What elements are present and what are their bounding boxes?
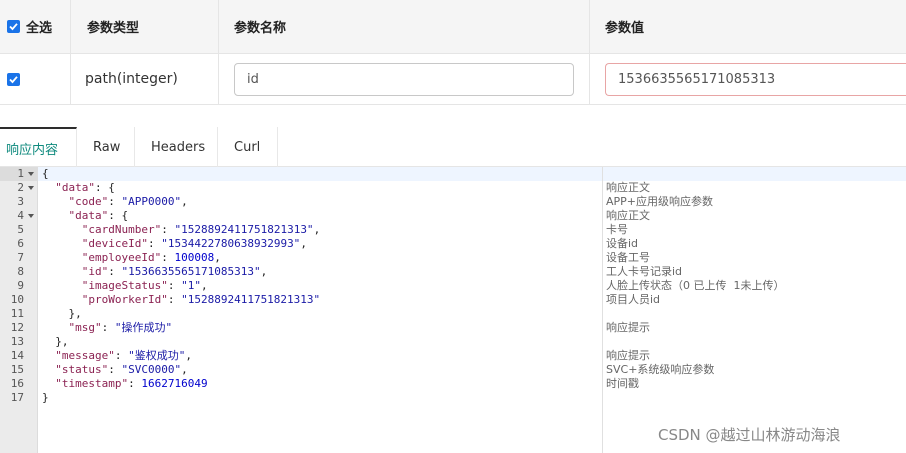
line-number-text: 5 (17, 223, 24, 236)
param-name-cell: id (219, 54, 590, 104)
param-table: 全选 参数类型 参数名称 参数值 path(integer) id 153663… (0, 0, 906, 105)
code-line: "cardNumber": "1528892411751821313", (81, 223, 321, 236)
line-number-gutter: 1 2 3 4 5 6 7 8 9 10 11 12 13 14 15 16 17 (0, 167, 38, 453)
line-number: 14 (0, 349, 38, 363)
line-number-text: 3 (17, 195, 24, 208)
code-line: "data": { (55, 181, 115, 194)
field-comment: 工人卡号记录id (606, 265, 683, 278)
line-number-text: 16 (10, 377, 24, 390)
param-value-input[interactable]: 1536635565171085313 (605, 62, 906, 96)
line-number: 9 (0, 279, 38, 293)
line-number-text: 17 (10, 391, 24, 404)
row-checkbox-cell (0, 54, 71, 104)
field-comment: 响应正文 (606, 209, 650, 222)
param-type: path(integer) (71, 54, 219, 104)
field-comment: 人脸上传状态（0 已上传 1未上传） (606, 279, 785, 292)
watermark: CSDN @越过山林游动海浪 (658, 426, 841, 444)
field-comment: 响应正文 (606, 181, 650, 194)
line-number: 8 (0, 265, 38, 279)
param-name-input[interactable]: id (234, 62, 574, 96)
row-checkbox[interactable] (7, 72, 20, 86)
tab-headers[interactable]: Headers (135, 127, 218, 167)
code-line: "proWorkerId": "1528892411751821313" (81, 293, 321, 306)
header-param-type: 参数类型 (71, 0, 219, 53)
line-number-text: 8 (17, 265, 24, 278)
field-comment: 响应提示 (606, 349, 650, 362)
line-number-text: 11 (10, 307, 24, 320)
code-line: { (42, 167, 49, 180)
code-line: "deviceId": "1534422780638932993", (81, 237, 307, 250)
code-line: "message": "鉴权成功", (55, 349, 192, 362)
line-number-text: 1 (17, 167, 24, 180)
code-line: "data": { (68, 209, 129, 222)
line-number: 4 (0, 209, 38, 223)
code-line: "timestamp": 1662716049 (55, 377, 208, 390)
line-number-text: 10 (10, 293, 24, 306)
line-number: 13 (0, 335, 38, 349)
fold-arrow-icon[interactable] (28, 186, 34, 190)
select-all-label: 全选 (26, 21, 53, 36)
field-comment: 项目人员id (606, 293, 661, 306)
code-line: "status": "SVC0000", (55, 363, 188, 376)
field-comment: 响应提示 (606, 321, 650, 334)
line-number: 12 (0, 321, 38, 335)
header-param-value: 参数值 (605, 21, 645, 36)
line-number: 16 (0, 377, 38, 391)
line-number-text: 4 (17, 209, 24, 222)
field-comment: 卡号 (606, 223, 628, 236)
line-number: 15 (0, 363, 38, 377)
line-number: 17 (0, 391, 38, 405)
field-comment: 设备id (606, 237, 639, 250)
check-icon (9, 23, 18, 31)
line-number-text: 9 (17, 279, 24, 292)
field-comment: APP+应用级响应参数 (606, 195, 714, 208)
tab-raw[interactable]: Raw (77, 127, 135, 167)
code-line: "id": "1536635565171085313", (81, 265, 268, 278)
param-row: path(integer) id 1536635565171085313 (0, 54, 906, 104)
line-number: 10 (0, 293, 38, 307)
line-number: 2 (0, 181, 38, 195)
tab-curl[interactable]: Curl (218, 127, 278, 167)
line-number: 5 (0, 223, 38, 237)
tab-response-body[interactable]: 响应内容 (0, 127, 77, 167)
code-line: } (42, 391, 49, 404)
code-line: "code": "APP0000", (68, 195, 188, 208)
line-number-text: 7 (17, 251, 24, 264)
param-value-cell: 1536635565171085313 (590, 54, 906, 104)
code-line: "imageStatus": "1", (81, 279, 208, 292)
line-number-text: 12 (10, 321, 24, 334)
code-line: "msg": "操作成功" (68, 321, 173, 334)
line-number-text: 13 (10, 335, 24, 348)
code-line: "employeeId": 100008, (81, 251, 221, 264)
select-all-checkbox[interactable] (7, 20, 20, 33)
select-all-cell: 全选 (0, 0, 71, 53)
param-table-header: 全选 参数类型 参数名称 参数值 (0, 0, 906, 54)
header-param-name: 参数名称 (219, 0, 590, 53)
line-number-text: 15 (10, 363, 24, 376)
field-comment: 时间戳 (606, 377, 639, 390)
line-number-text: 2 (17, 181, 24, 194)
line-number-text: 14 (10, 349, 24, 362)
comment-column: 响应正文 APP+应用级响应参数 响应正文 卡号 设备id 设备工号 工人卡号记录id 人脸上… (602, 167, 906, 453)
check-icon (9, 75, 18, 83)
line-number: 1 (0, 167, 38, 181)
field-comment: SVC+系统级响应参数 (606, 363, 715, 376)
response-tabs: 响应内容 Raw Headers Curl (0, 127, 906, 167)
response-editor[interactable]: 1 2 3 4 5 6 7 8 9 10 11 12 13 14 15 16 17 { "data": { "c… (0, 167, 906, 453)
line-number: 3 (0, 195, 38, 209)
fold-arrow-icon[interactable] (28, 214, 34, 218)
line-number-text: 6 (17, 237, 24, 250)
line-number: 11 (0, 307, 38, 321)
code-line: }, (42, 307, 82, 320)
line-number: 7 (0, 251, 38, 265)
fold-arrow-icon[interactable] (28, 172, 34, 176)
code-line: }, (42, 335, 69, 348)
field-comment: 设备工号 (606, 251, 650, 264)
line-number: 6 (0, 237, 38, 251)
